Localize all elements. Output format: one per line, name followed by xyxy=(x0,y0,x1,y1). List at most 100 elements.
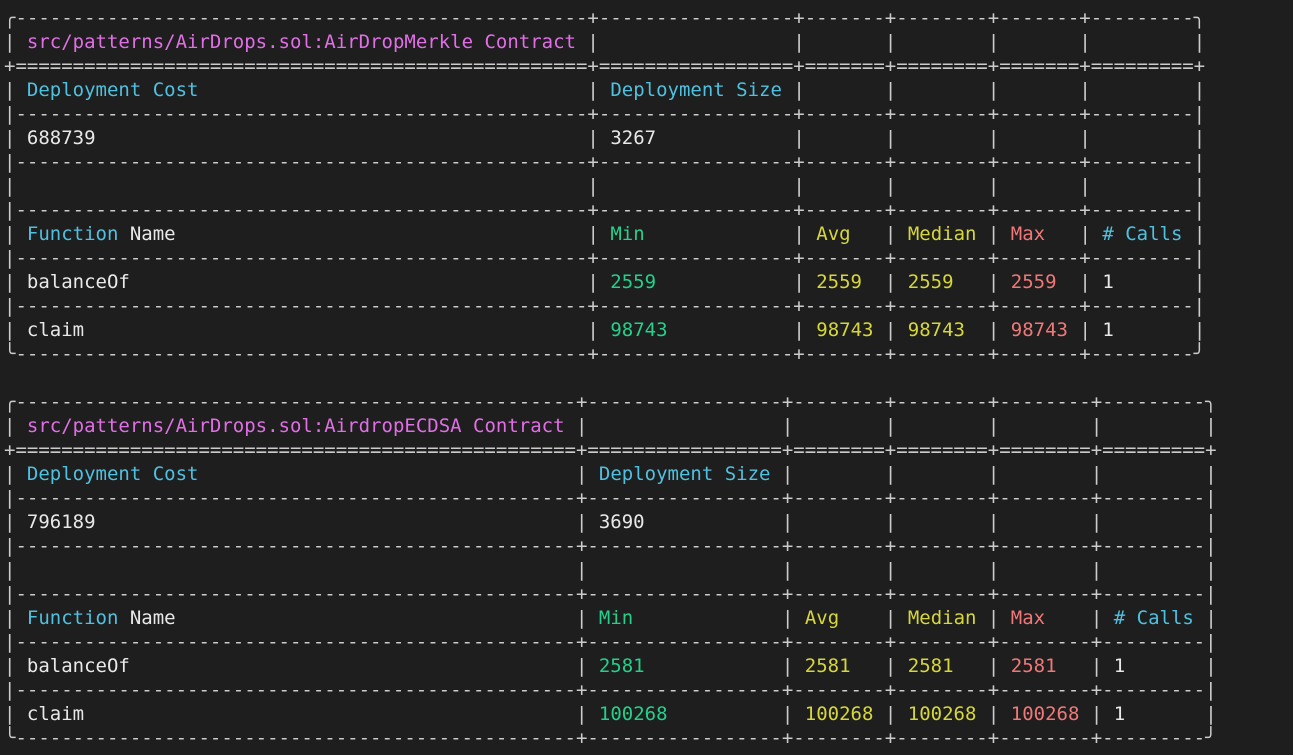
border xyxy=(96,127,588,149)
border xyxy=(816,175,885,197)
border: ╭---------------------------------------… xyxy=(4,391,1217,413)
min-value: 100268 xyxy=(598,703,668,725)
border: | xyxy=(1090,655,1114,677)
border: | xyxy=(987,463,1011,485)
border: | xyxy=(987,223,1011,245)
border: | xyxy=(884,31,908,53)
border: | xyxy=(575,511,599,533)
border: | xyxy=(4,511,27,533)
border: | xyxy=(884,511,908,533)
max-value: 100268 xyxy=(1010,703,1080,725)
border xyxy=(908,511,988,533)
border xyxy=(873,703,884,725)
border: | xyxy=(793,127,817,149)
border: | xyxy=(1205,607,1217,629)
border xyxy=(1102,175,1194,197)
border: | xyxy=(1205,655,1217,677)
border xyxy=(805,463,885,485)
border: ╭---------------------------------------… xyxy=(4,7,1206,29)
border: | xyxy=(793,319,817,341)
border: | xyxy=(1205,415,1217,437)
border: |---------------------------------------… xyxy=(4,103,1206,125)
border xyxy=(645,655,782,677)
border xyxy=(610,31,793,53)
avg-value: 98743 xyxy=(816,319,874,341)
contract-title-row: | src/patterns/AirDrops.sol:AirdropECDSA… xyxy=(4,414,1289,438)
border: | xyxy=(587,31,611,53)
border xyxy=(908,31,988,53)
border: | xyxy=(1090,415,1114,437)
border xyxy=(851,223,885,245)
border: | xyxy=(884,655,908,677)
border xyxy=(645,511,782,533)
border xyxy=(565,415,576,437)
border xyxy=(1102,31,1194,53)
border: | xyxy=(793,175,817,197)
border: | xyxy=(4,271,27,293)
border: | xyxy=(1090,607,1114,629)
function-name: balanceOf xyxy=(26,271,130,293)
border: | xyxy=(781,607,805,629)
border xyxy=(656,127,793,149)
border: | xyxy=(1193,31,1206,53)
deployment-cost-value: 688739 xyxy=(26,127,96,149)
border xyxy=(198,79,587,101)
table-row-separator: |---------------------------------------… xyxy=(4,534,1289,558)
border: |---------------------------------------… xyxy=(4,151,1206,173)
border xyxy=(816,31,885,53)
border xyxy=(1011,415,1091,437)
border: ╰---------------------------------------… xyxy=(4,727,1217,749)
border xyxy=(1114,415,1206,437)
border xyxy=(1125,703,1205,725)
border: | xyxy=(987,415,1011,437)
contract-title: src/patterns/AirDrops.sol:AirdropECDSA C… xyxy=(26,415,565,437)
border xyxy=(954,271,988,293)
border: | xyxy=(587,79,611,101)
border xyxy=(1011,463,1091,485)
border: | xyxy=(1079,79,1103,101)
name-label: Name xyxy=(129,607,176,629)
border: | xyxy=(884,607,908,629)
border: | xyxy=(1193,223,1206,245)
table-title-separator: +=======================================… xyxy=(4,54,1289,78)
border: | xyxy=(1205,559,1217,581)
border: | xyxy=(1193,319,1206,341)
border: | xyxy=(575,415,599,437)
empty-row: | | | | | | | xyxy=(4,174,1289,198)
border xyxy=(576,31,587,53)
border: | xyxy=(1205,703,1217,725)
avg-header: Avg xyxy=(816,223,851,245)
border xyxy=(908,415,988,437)
median-value: 2581 xyxy=(907,655,954,677)
border xyxy=(1011,127,1080,149)
border: | xyxy=(1079,127,1103,149)
border: | xyxy=(781,655,805,677)
terminal-output: ╭---------------------------------------… xyxy=(4,6,1289,751)
function-header-row: | Function Name | Min | Avg | Median | M… xyxy=(4,222,1289,246)
contract-title: src/patterns/AirDrops.sol:AirDropMerkle … xyxy=(26,31,576,53)
deployment-cost-label: Deployment Cost xyxy=(26,463,199,485)
border xyxy=(645,223,794,245)
avg-header: Avg xyxy=(804,607,840,629)
table-row-separator: |---------------------------------------… xyxy=(4,630,1289,654)
border: ╰---------------------------------------… xyxy=(4,343,1206,365)
table-bottom-border: ╰---------------------------------------… xyxy=(4,342,1289,366)
border: | xyxy=(884,415,908,437)
border xyxy=(1011,511,1091,533)
calls-value: 1 xyxy=(1102,319,1114,341)
border xyxy=(599,415,782,437)
border xyxy=(976,607,987,629)
border xyxy=(1011,559,1091,581)
function-row: | balanceOf | 2581 | 2581 | 2581 | 2581 … xyxy=(4,654,1289,678)
border xyxy=(908,559,988,581)
border: | xyxy=(781,511,805,533)
median-value: 98743 xyxy=(907,319,965,341)
border: | xyxy=(4,31,27,53)
border xyxy=(954,655,988,677)
max-value: 2559 xyxy=(1010,271,1057,293)
border xyxy=(862,271,885,293)
name-label: Name xyxy=(129,223,176,245)
border: | xyxy=(1193,271,1206,293)
border: | xyxy=(987,79,1011,101)
